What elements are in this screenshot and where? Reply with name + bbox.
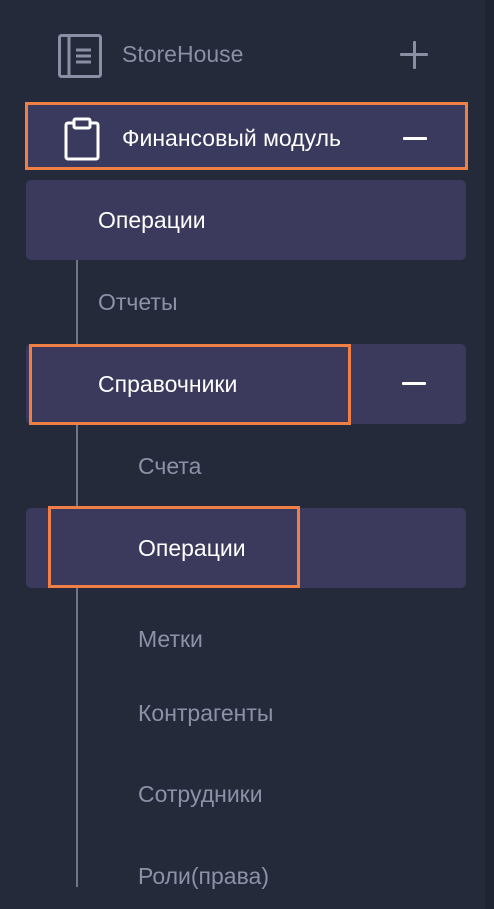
clipboard-icon <box>64 117 100 161</box>
menu-item-storehouse[interactable]: StoreHouse <box>25 20 468 90</box>
menu-item-operations[interactable]: Операции <box>26 180 466 260</box>
submenu-item-employees-label: Сотрудники <box>138 781 263 807</box>
submenu-item-counterparties[interactable]: Контрагенты <box>26 672 466 752</box>
submenu-item-roles[interactable]: Роли(права) <box>26 835 466 909</box>
menu-item-storehouse-label: StoreHouse <box>122 41 244 67</box>
submenu-item-employees[interactable]: Сотрудники <box>26 753 466 833</box>
menu-item-reports-label: Отчеты <box>98 289 178 315</box>
submenu-item-accounts-label: Счета <box>138 453 202 479</box>
directories-highlight-frame <box>29 344 351 425</box>
document-list-icon <box>58 34 102 78</box>
submenu-item-counterparties-label: Контрагенты <box>138 700 274 726</box>
menu-item-finance-module[interactable]: Финансовый модуль <box>25 102 468 170</box>
menu-item-operations-label: Операции <box>98 207 206 233</box>
sidebar-menu: StoreHouse Финансовый модуль Операции От… <box>0 0 494 909</box>
menu-item-reports[interactable]: Отчеты <box>26 262 466 342</box>
submenu-item-tags[interactable]: Метки <box>26 598 466 678</box>
sidebar-edge <box>485 0 494 909</box>
submenu-item-accounts[interactable]: Счета <box>26 425 466 505</box>
menu-item-finance-module-label: Финансовый модуль <box>122 125 341 151</box>
minus-icon[interactable] <box>403 137 427 140</box>
sub-operations-highlight-frame <box>48 506 300 588</box>
submenu-item-tags-label: Метки <box>138 626 203 652</box>
submenu-item-roles-label: Роли(права) <box>138 863 269 889</box>
minus-icon[interactable] <box>402 382 426 385</box>
plus-icon[interactable] <box>400 41 428 69</box>
